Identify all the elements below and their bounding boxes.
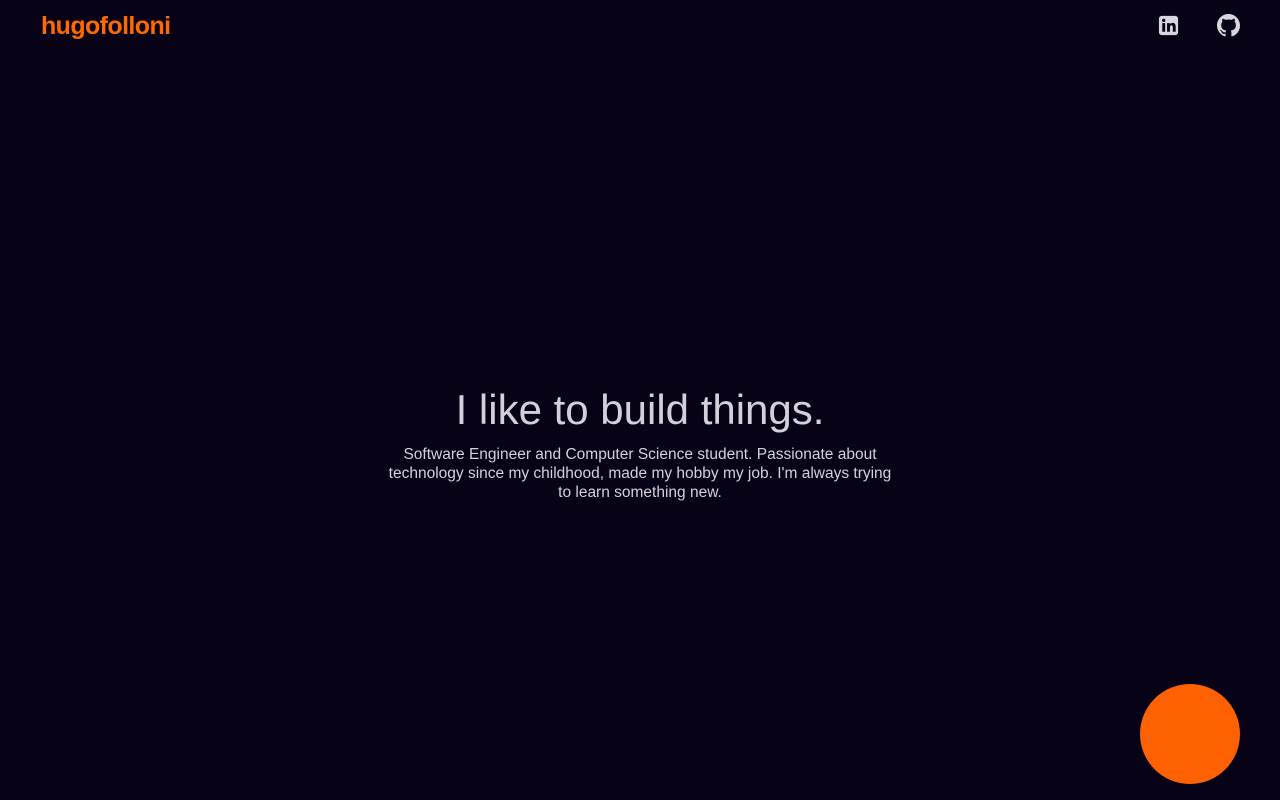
linkedin-link[interactable] [1157, 14, 1180, 37]
github-link[interactable] [1217, 14, 1240, 37]
github-icon [1217, 14, 1240, 37]
hero-title: I like to build things. [455, 386, 825, 433]
social-links [1157, 14, 1240, 37]
page: hugofolloni I like to build things. Soft… [0, 0, 1280, 800]
site-header: hugofolloni [0, 0, 1280, 52]
hero-description: Software Engineer and Computer Science s… [388, 446, 892, 501]
logo-link[interactable]: hugofolloni [41, 11, 171, 41]
hero-section: I like to build things. Software Enginee… [0, 384, 1280, 502]
linkedin-icon [1158, 15, 1179, 36]
floating-action-button[interactable] [1140, 684, 1240, 784]
